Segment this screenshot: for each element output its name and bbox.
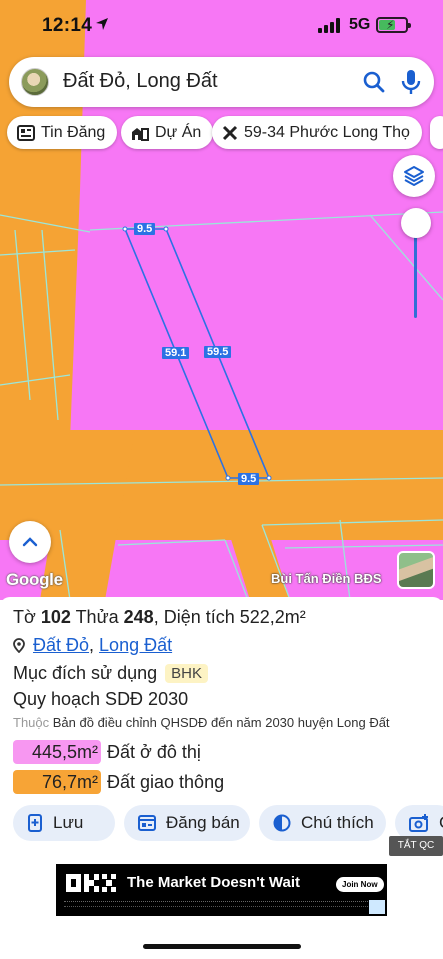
zone-row-traffic: 76,7m² Đất giao thông: [13, 770, 224, 794]
button-label: Đăng bán: [166, 813, 240, 832]
ad-banner[interactable]: The Market Doesn't Wait Join Now: [56, 864, 387, 916]
search-bar[interactable]: Đất Đỏ, Long Đất: [9, 57, 434, 107]
opacity-slider-handle[interactable]: [401, 208, 431, 238]
ad-fine-print: [64, 901, 376, 907]
ad-slogan: The Market Doesn't Wait: [127, 874, 301, 891]
land-purpose: Mục đích sử dụng BHK: [13, 663, 208, 684]
purpose-label: Mục đích sử dụng: [13, 663, 158, 683]
parcel-info-sheet: Tờ 102 Thửa 248, Diện tích 522,2m² Đất Đ…: [0, 597, 443, 959]
bookmark-add-icon: [27, 814, 43, 832]
post-listing-button[interactable]: Đăng bán: [124, 805, 250, 841]
network-type: 5G: [349, 16, 371, 33]
chevron-up-icon: [22, 537, 38, 547]
button-label: Chú thích: [301, 813, 374, 832]
map-credit: Bùi Tấn Điền BĐS: [271, 571, 382, 586]
chip-label: Tin Đăng: [41, 123, 106, 141]
tools-icon: [222, 125, 238, 141]
listing-icon: [138, 815, 156, 831]
ad-cta-button[interactable]: Join Now: [336, 877, 384, 892]
search-input[interactable]: Đất Đỏ, Long Đất: [63, 70, 218, 93]
plan-title: Quy hoạch SDĐ 2030: [13, 689, 189, 709]
status-time: 12:14: [42, 15, 93, 36]
adchoices-icon[interactable]: [369, 900, 385, 914]
hide-ads-button[interactable]: TẮT QC: [389, 836, 443, 856]
home-indicator[interactable]: [143, 944, 301, 949]
chip-tin-dang[interactable]: Tin Đăng: [7, 116, 118, 149]
commune-link[interactable]: Đất Đỏ: [33, 635, 89, 656]
microphone-icon[interactable]: [400, 68, 422, 96]
opacity-slider-track[interactable]: [414, 226, 417, 318]
plan-source-text: Bản đồ điều chỉnh QHSDĐ đến năm 2030 huy…: [52, 715, 390, 730]
plot-number: 248: [123, 607, 154, 627]
zone-area-value: 76,7m²: [13, 770, 101, 794]
avatar[interactable]: [21, 68, 49, 96]
residential-block: [108, 540, 248, 600]
zone-label: Đất giao thông: [107, 771, 225, 792]
layers-icon: [404, 166, 424, 186]
chip-label: 59-34 Phước Long Thọ: [244, 123, 410, 141]
dimension-label-left: 59.1: [162, 347, 190, 359]
signal-icon: [318, 18, 340, 33]
chip-project[interactable]: 59-34 Phước Long Thọ: [212, 116, 422, 149]
button-label: C: [439, 813, 443, 833]
district-link[interactable]: Long Đất: [99, 635, 172, 656]
layers-button[interactable]: [393, 155, 435, 197]
contrast-icon: [273, 814, 291, 832]
action-bar: Lưu Đăng bán Chú thích C: [13, 805, 443, 843]
zone-label: Đất ở đô thị: [107, 741, 201, 762]
zone-row-residential: 445,5m² Đất ở đô thị: [13, 740, 201, 764]
chip-du-an[interactable]: Dự Án: [121, 116, 214, 149]
status-bar: 12:14 5G ⚡: [0, 0, 443, 52]
chip-label: Dự Án: [155, 123, 202, 141]
building-icon: [131, 125, 149, 141]
button-label: Lưu: [53, 813, 84, 832]
expand-button[interactable]: [9, 521, 51, 563]
camera-add-icon: [409, 814, 429, 832]
purpose-code-badge: BHK: [165, 664, 208, 683]
credit-avatar[interactable]: [397, 551, 435, 589]
battery-icon: ⚡: [376, 17, 411, 33]
location-pin-icon: [13, 638, 25, 653]
search-icon[interactable]: [362, 70, 386, 94]
plot-label: Thửa: [75, 607, 119, 627]
plan-source: Thuộc Bản đồ điều chỉnh QHSDĐ đến năm 20…: [13, 715, 390, 730]
zone-area-value: 445,5m²: [13, 740, 101, 764]
news-icon: [17, 124, 35, 141]
location-arrow-icon: [96, 18, 108, 30]
parcel-title: Tờ 102 Thửa 248, Diện tích 522,2m²: [13, 607, 306, 628]
dimension-label-top: 9.5: [134, 223, 156, 235]
plan-source-prefix: Thuộc: [13, 715, 50, 730]
dimension-label-right: 59.5: [204, 346, 232, 358]
legend-button[interactable]: Chú thích: [259, 805, 386, 841]
okx-logo-icon: [66, 874, 116, 892]
google-logo: Google: [6, 570, 63, 589]
chip-more[interactable]: [430, 116, 443, 149]
sheet-number: 102: [40, 607, 71, 627]
parcel-location: Đất Đỏ, Long Đất: [13, 635, 172, 656]
map-view[interactable]: 9.5 59.1 59.5 9.5 12:14 5G ⚡ Đất Đỏ, Lon…: [0, 0, 443, 600]
sheet-label: Tờ: [13, 607, 36, 627]
dimension-label-bottom: 9.5: [238, 473, 260, 485]
parcel-area: , Diện tích 522,2m²: [153, 607, 306, 627]
save-button[interactable]: Lưu: [13, 805, 115, 841]
